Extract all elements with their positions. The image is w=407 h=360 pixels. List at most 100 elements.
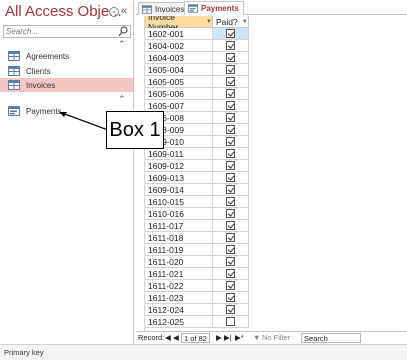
- paid-checkbox[interactable]: [226, 53, 235, 62]
- nav-item-label: Invoices: [26, 80, 56, 90]
- paid-checkbox[interactable]: [226, 293, 235, 302]
- nav-pane-title[interactable]: All Access Obje...: [5, 3, 122, 20]
- column-header-label: Paid?: [216, 16, 238, 27]
- previous-record-icon[interactable]: ◀: [173, 333, 179, 342]
- filter-status[interactable]: No Filter: [262, 333, 290, 342]
- paid-checkbox[interactable]: [226, 77, 235, 86]
- invoice-number-cell[interactable]: 1605-004: [145, 64, 213, 76]
- table-icon: [8, 66, 20, 76]
- new-record-icon[interactable]: ▶*: [235, 333, 244, 342]
- paid-checkbox[interactable]: [226, 233, 235, 242]
- column-header-invoice-number[interactable]: Invoice Number ▼: [145, 16, 213, 32]
- paid-checkbox[interactable]: [226, 197, 235, 206]
- invoice-number-cell[interactable]: 1604-002: [145, 40, 213, 52]
- paid-checkbox[interactable]: [226, 257, 235, 266]
- invoice-number-cell[interactable]: 1611-022: [145, 280, 213, 292]
- nav-item-label: Clients: [26, 66, 51, 76]
- invoice-number-cell[interactable]: 1605-005: [145, 76, 213, 88]
- paid-cell: [213, 280, 249, 292]
- invoice-number-cell[interactable]: 1610-016: [145, 208, 213, 220]
- paid-cell: [213, 40, 249, 52]
- navigation-pane: All Access Obje... ⌄ « ⌃ Agreements Clie…: [0, 0, 134, 344]
- tab-invoices[interactable]: Invoices: [138, 2, 190, 15]
- paid-cell: [213, 136, 249, 148]
- invoice-number-cell[interactable]: 1602-001: [145, 28, 213, 40]
- nav-item-agreements[interactable]: Agreements: [0, 49, 133, 63]
- paid-checkbox[interactable]: [226, 317, 235, 326]
- paid-cell: [213, 100, 249, 112]
- paid-cell: [213, 124, 249, 136]
- paid-checkbox[interactable]: [226, 125, 235, 134]
- paid-cell: [213, 244, 249, 256]
- filter-icon: ▼: [253, 333, 261, 342]
- paid-checkbox[interactable]: [226, 161, 235, 170]
- paid-checkbox[interactable]: [226, 245, 235, 254]
- paid-checkbox[interactable]: [226, 281, 235, 290]
- sort-dropdown-icon[interactable]: ▼: [242, 19, 248, 25]
- paid-cell: [213, 220, 249, 232]
- paid-checkbox[interactable]: [226, 173, 235, 182]
- shutter-bar-close-icon[interactable]: «: [121, 5, 127, 17]
- invoice-number-cell[interactable]: 1609-013: [145, 172, 213, 184]
- table-icon: [8, 51, 20, 61]
- invoice-number-cell[interactable]: 1609-014: [145, 184, 213, 196]
- table-icon: [8, 80, 20, 90]
- paid-checkbox[interactable]: [226, 221, 235, 230]
- paid-checkbox[interactable]: [226, 149, 235, 158]
- paid-cell: [213, 184, 249, 196]
- paid-checkbox[interactable]: [226, 41, 235, 50]
- next-record-icon[interactable]: ▶: [216, 333, 222, 342]
- current-record-field[interactable]: 1 of 82: [181, 333, 210, 343]
- sort-dropdown-icon[interactable]: ▼: [206, 19, 212, 25]
- paid-checkbox[interactable]: [226, 185, 235, 194]
- first-record-icon[interactable]: ◀​: [165, 333, 171, 342]
- nav-item-clients[interactable]: Clients: [0, 64, 133, 78]
- invoice-number-cell[interactable]: 1609-012: [145, 160, 213, 172]
- paid-checkbox[interactable]: [226, 89, 235, 98]
- paid-checkbox[interactable]: [226, 101, 235, 110]
- record-search-input[interactable]: Search: [301, 333, 361, 343]
- invoice-number-cell[interactable]: 1612-024: [145, 304, 213, 316]
- status-bar: Primary key: [0, 344, 407, 360]
- invoice-number-cell[interactable]: 1611-023: [145, 292, 213, 304]
- tab-label: Payments: [201, 4, 239, 13]
- paid-cell: [213, 292, 249, 304]
- invoice-number-cell[interactable]: 1611-020: [145, 256, 213, 268]
- paid-cell: [213, 208, 249, 220]
- invoice-number-cell[interactable]: 1611-018: [145, 232, 213, 244]
- paid-checkbox[interactable]: [226, 209, 235, 218]
- paid-checkbox[interactable]: [226, 137, 235, 146]
- paid-cell: [213, 304, 249, 316]
- tab-payments[interactable]: Payments: [184, 1, 244, 15]
- nav-menu-chevron-icon[interactable]: ⌄: [109, 7, 119, 17]
- paid-cell: [213, 52, 249, 64]
- invoice-number-cell[interactable]: 1609-011: [145, 148, 213, 160]
- document-tabs: Invoices Payments: [136, 0, 407, 15]
- nav-item-label: Agreements: [26, 51, 70, 61]
- invoice-number-cell[interactable]: 1611-019: [145, 244, 213, 256]
- invoice-number-cell[interactable]: 1610-015: [145, 196, 213, 208]
- invoice-number-cell[interactable]: 1604-003: [145, 52, 213, 64]
- column-header-paid[interactable]: Paid? ▼: [213, 16, 249, 28]
- invoice-number-cell[interactable]: 1605-006: [145, 88, 213, 100]
- paid-cell: [213, 76, 249, 88]
- paid-checkbox[interactable]: [226, 65, 235, 74]
- paid-checkbox[interactable]: [226, 29, 235, 38]
- paid-checkbox[interactable]: [226, 305, 235, 314]
- paid-checkbox[interactable]: [226, 113, 235, 122]
- search-icon[interactable]: [118, 26, 128, 37]
- nav-search-input[interactable]: [4, 26, 114, 37]
- status-text: Primary key: [4, 348, 44, 357]
- paid-cell: [213, 268, 249, 280]
- invoice-number-cell[interactable]: 1611-017: [145, 220, 213, 232]
- invoice-number-cell[interactable]: 1612-025: [145, 316, 213, 328]
- paid-checkbox[interactable]: [226, 269, 235, 278]
- record-selector-column[interactable]: [136, 16, 145, 331]
- invoice-number-cell[interactable]: 1611-021: [145, 268, 213, 280]
- nav-item-invoices[interactable]: Invoices: [0, 78, 133, 92]
- paid-cell: [213, 112, 249, 124]
- last-record-icon[interactable]: ▶|: [224, 333, 232, 342]
- datasheet: Invoice Number ▼ Paid? ▼ 1602-001 1604-00…: [136, 16, 407, 331]
- nav-search-box[interactable]: [3, 25, 131, 38]
- nav-item-label: Payments: [26, 106, 62, 116]
